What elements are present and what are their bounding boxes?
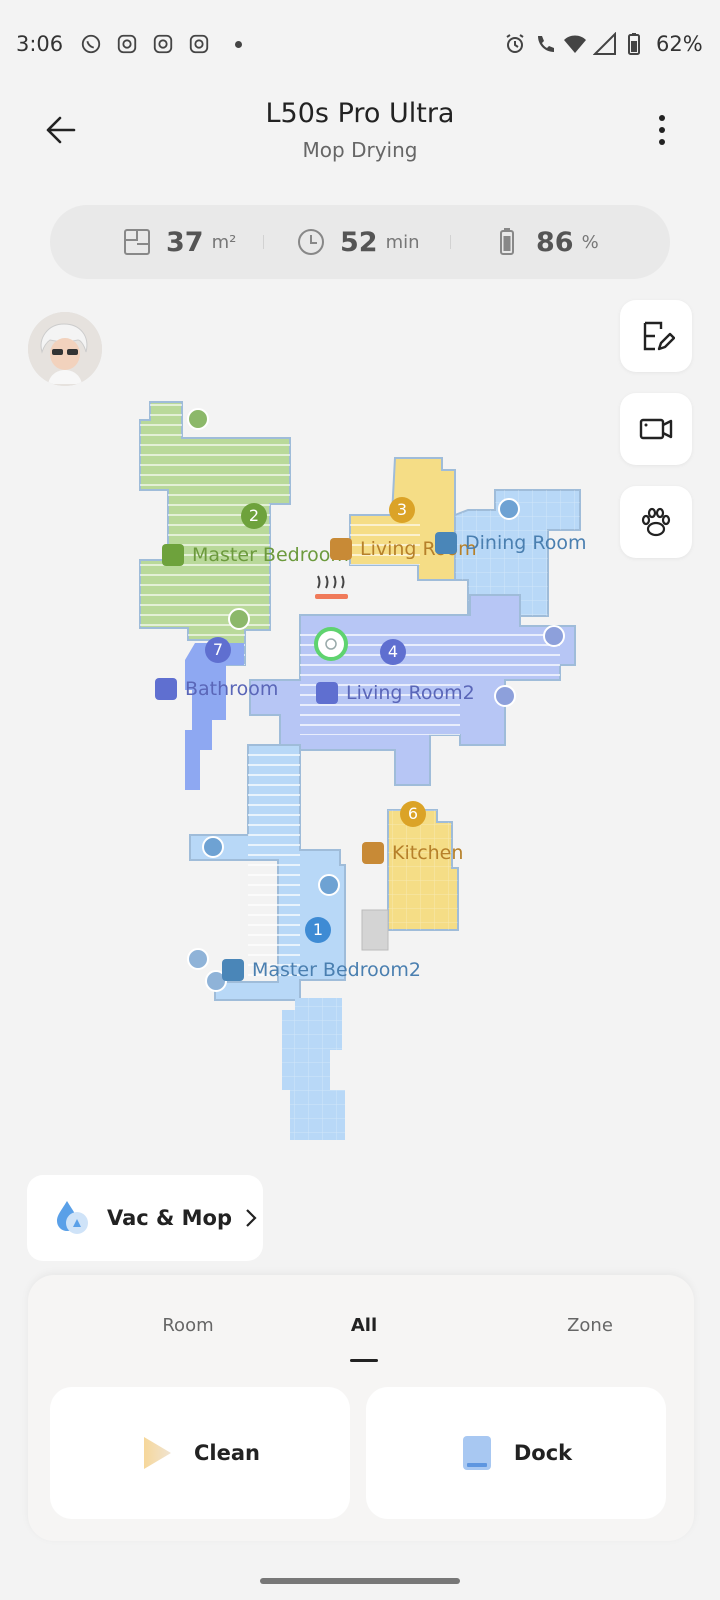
pet-marker-icon bbox=[498, 498, 520, 520]
carpet-marker-icon bbox=[494, 685, 516, 707]
room-label-bathroom[interactable]: Bathroom bbox=[155, 678, 278, 700]
battery-unit: % bbox=[581, 231, 599, 253]
carpet-marker-icon bbox=[202, 836, 224, 858]
time-unit: min bbox=[385, 231, 420, 253]
cleaning-mode-button[interactable]: Vac & Mop bbox=[27, 1175, 263, 1261]
battery-value: 86 bbox=[536, 226, 574, 258]
edit-map-button[interactable] bbox=[620, 300, 692, 372]
avatar-image bbox=[28, 312, 102, 386]
bathtub-icon bbox=[155, 678, 177, 700]
map-canvas bbox=[139, 401, 581, 1140]
area-stat: 37 m² bbox=[122, 205, 236, 279]
area-unit: m² bbox=[211, 231, 237, 253]
room-number-badge[interactable]: 6 bbox=[400, 801, 426, 827]
dock-heat-icon bbox=[315, 575, 348, 599]
cable-marker-icon bbox=[187, 948, 209, 970]
room-label-master-bedroom2[interactable]: Master Bedroom2 bbox=[222, 959, 421, 981]
alarm-icon bbox=[506, 34, 524, 53]
cleaning-path bbox=[140, 402, 290, 665]
clean-button[interactable]: Clean bbox=[50, 1387, 350, 1519]
carpet-marker-icon bbox=[187, 408, 209, 430]
clock-icon bbox=[298, 229, 324, 255]
shoe-marker-icon bbox=[543, 625, 565, 647]
play-icon bbox=[144, 1437, 171, 1469]
tab-active-indicator bbox=[350, 1359, 378, 1362]
time-value: 52 bbox=[340, 226, 378, 258]
cleaning-path bbox=[248, 750, 300, 980]
tab-room[interactable]: Room bbox=[118, 1315, 258, 1336]
robot-icon bbox=[314, 627, 348, 661]
stats-pill: 37 m² 52 min 86 % bbox=[50, 205, 670, 279]
room-number-badge[interactable]: 1 bbox=[305, 917, 331, 943]
device-status: Mop Drying bbox=[302, 138, 418, 162]
map-grid bbox=[282, 998, 345, 1140]
dock-button[interactable]: Dock bbox=[366, 1387, 666, 1519]
whatsapp-icon bbox=[81, 34, 101, 54]
room-label-dining-room[interactable]: Dining Room bbox=[435, 532, 586, 554]
room-name: Bathroom bbox=[185, 678, 279, 700]
room-name: Master Bedroom2 bbox=[252, 959, 421, 981]
room-name: Master Bedroom bbox=[192, 544, 349, 566]
sofa-icon bbox=[316, 682, 338, 704]
room-name: Dining Room bbox=[465, 532, 587, 554]
instagram-icon bbox=[189, 34, 209, 54]
battery-icon bbox=[628, 33, 640, 55]
notification-dot bbox=[235, 41, 242, 48]
room-name: Living Room2 bbox=[346, 682, 475, 704]
vac-mop-icon bbox=[57, 1201, 88, 1234]
broom-marker-icon bbox=[318, 874, 340, 896]
instagram-icon bbox=[153, 34, 173, 54]
battery-stat: 86 % bbox=[492, 205, 599, 279]
room-number-badge[interactable]: 2 bbox=[241, 503, 267, 529]
battery-percent: 62% bbox=[656, 32, 703, 56]
mode-label: Vac & Mop bbox=[107, 1206, 233, 1230]
signal-icon bbox=[593, 32, 616, 55]
control-panel: Room All Zone Clean Dock bbox=[28, 1275, 694, 1541]
tab-zone[interactable]: Zone bbox=[520, 1315, 660, 1336]
divider bbox=[263, 235, 264, 249]
dining-icon bbox=[435, 532, 457, 554]
no-go-area bbox=[361, 909, 389, 951]
wifi-call-icon bbox=[538, 36, 554, 52]
room-label-master-bedroom[interactable]: Master Bedroom bbox=[162, 544, 349, 566]
bed-icon bbox=[222, 959, 244, 981]
instagram-icon bbox=[117, 34, 137, 54]
sofa-icon bbox=[330, 538, 352, 560]
battery-level-icon bbox=[500, 228, 514, 255]
status-bar: 3:06 62% bbox=[0, 0, 720, 90]
edit-map-icon bbox=[643, 321, 675, 351]
tab-all[interactable]: All bbox=[294, 1315, 434, 1336]
room-name: Kitchen bbox=[392, 842, 464, 864]
room-number-badge[interactable]: 7 bbox=[205, 637, 231, 663]
bed-icon bbox=[162, 544, 184, 566]
avatar[interactable] bbox=[28, 312, 102, 386]
room-label-living-room2[interactable]: Living Room2 bbox=[316, 682, 475, 704]
room-label-kitchen[interactable]: Kitchen bbox=[362, 842, 463, 864]
more-options-icon[interactable] bbox=[652, 112, 672, 148]
time-stat: 52 min bbox=[296, 205, 420, 279]
home-indicator[interactable] bbox=[260, 1578, 460, 1584]
carpet-marker-icon bbox=[228, 608, 250, 630]
dock-icon bbox=[462, 1436, 491, 1470]
divider bbox=[450, 235, 451, 249]
room-number-badge[interactable]: 3 bbox=[389, 497, 415, 523]
dock-label: Dock bbox=[513, 1441, 573, 1465]
clean-label: Clean bbox=[194, 1441, 260, 1465]
area-value: 37 bbox=[166, 226, 204, 258]
map-grid bbox=[388, 810, 458, 930]
wifi-icon bbox=[564, 35, 586, 53]
pot-icon bbox=[362, 842, 384, 864]
area-icon bbox=[124, 229, 150, 255]
status-time: 3:06 bbox=[16, 32, 64, 56]
floor-map[interactable]: 2 3 7 4 6 1 Master Bedroom Living Room D… bbox=[0, 390, 720, 1150]
room-number-badge[interactable]: 4 bbox=[380, 639, 406, 665]
chevron-right-icon bbox=[246, 1209, 257, 1227]
device-title: L50s Pro Ultra bbox=[265, 98, 455, 129]
